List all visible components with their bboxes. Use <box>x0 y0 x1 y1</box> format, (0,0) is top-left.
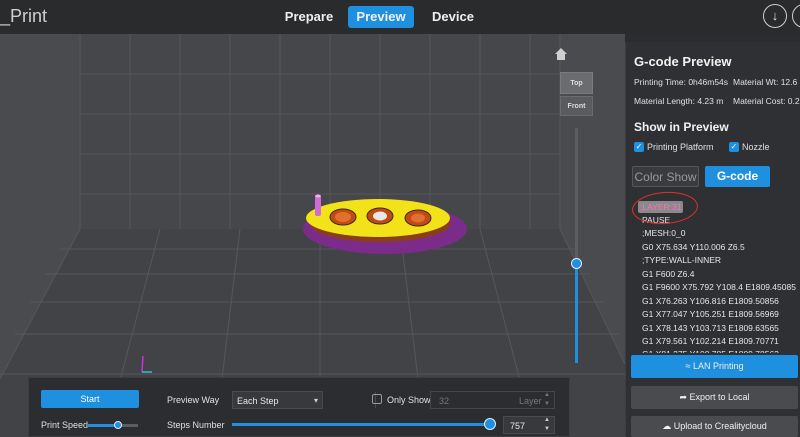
gcode-line[interactable]: G1 X76.263 Y106.816 E1809.50856 <box>642 296 779 306</box>
only-show-value: 32 <box>439 396 450 406</box>
app-title: _Print <box>0 6 48 26</box>
gcode-line[interactable]: ;TYPE:WALL-INNER <box>642 255 721 265</box>
home-icon[interactable] <box>554 47 568 61</box>
export-to-local-button[interactable]: ➦ Export to Local <box>631 386 798 409</box>
view-cube-top[interactable]: Top <box>560 72 593 94</box>
stepper-arrows-icon[interactable]: ▲ ▼ <box>544 416 550 434</box>
preview-control-bar: Start Print Speed Preview Way Each Step … <box>28 377 570 437</box>
stepper-arrows-icon: ▲ ▼ <box>544 392 550 407</box>
steps-slider-handle[interactable] <box>484 418 496 430</box>
printing-platform-checkbox[interactable]: ✓ <box>634 142 644 152</box>
steps-slider-fill <box>232 423 490 426</box>
export-icon: ➦ <box>679 392 687 402</box>
gcode-line[interactable]: G1 X79.561 Y102.214 E1809.70771 <box>642 336 779 346</box>
gcode-line[interactable]: ;MESH:0_0 <box>642 228 685 238</box>
lan-printing-label: LAN Printing <box>692 361 744 371</box>
layer-slider-fill <box>575 263 578 363</box>
layer-unit-label: Layer <box>519 396 542 406</box>
printing-platform-label: Printing Platform <box>647 142 714 152</box>
download-icon[interactable]: ↓ <box>763 4 787 28</box>
upload-label: Upload to Crealitycloud <box>673 421 767 431</box>
gcode-preview-title: G-code Preview <box>634 54 732 69</box>
only-show-layer-input[interactable]: 32 Layer ▲ ▼ <box>430 391 555 409</box>
gcode-line[interactable]: G1 X77.047 Y105.251 E1809.56969 <box>642 309 779 319</box>
material-cost: Material Cost: 0.25 <box>733 96 800 106</box>
view-cube[interactable]: Top Front <box>560 72 593 118</box>
print-speed-label: Print Speed <box>41 420 89 430</box>
show-in-preview-title: Show in Preview <box>634 120 729 134</box>
only-show-label: Only Show <box>387 395 431 405</box>
gcode-line[interactable]: G1 F9600 X75.792 Y108.4 E1809.45085 <box>642 282 796 292</box>
export-to-local-label: Export to Local <box>689 392 750 402</box>
view-cube-front[interactable]: Front <box>560 96 593 116</box>
lan-printing-button[interactable]: ≈ LAN Printing <box>631 355 798 378</box>
gcode-line[interactable]: G1 X81.275 Y100.785 E1809.78563 <box>642 349 779 353</box>
print-speed-handle[interactable] <box>114 421 122 429</box>
top-bar: _Print Prepare Preview Device ↓ ⌄ <box>0 0 800 34</box>
gcode-line[interactable]: G1 F600 Z6.4 <box>642 269 694 279</box>
only-show-checkbox[interactable] <box>372 394 382 404</box>
steps-number-label: Steps Number <box>167 420 225 430</box>
gcode-toggle[interactable]: G-code <box>705 166 770 187</box>
material-length: Material Length: 4.23 m <box>634 96 724 106</box>
preview-way-value: Each Step <box>237 396 279 406</box>
preview-way-select[interactable]: Each Step ▾ <box>232 391 323 409</box>
steps-number-stepper[interactable]: 757 ▲ ▼ <box>503 416 555 434</box>
material-weight: Material Wt: 12.6 g <box>733 77 800 87</box>
nozzle-label: Nozzle <box>742 142 770 152</box>
chevron-down-icon[interactable]: ⌄ <box>792 4 800 28</box>
nozzle-checkbox[interactable]: ✓ <box>729 142 739 152</box>
upload-crealitycloud-button[interactable]: ☁ Upload to Crealitycloud <box>631 416 798 437</box>
tab-device[interactable]: Device <box>424 6 482 28</box>
tab-preview[interactable]: Preview <box>348 6 414 28</box>
preview-way-label: Preview Way <box>167 395 220 405</box>
layer-slider-handle[interactable] <box>571 258 582 269</box>
chevron-down-icon: ▾ <box>313 396 318 405</box>
gcode-line[interactable]: G0 X75.634 Y110.006 Z6.5 <box>642 242 745 252</box>
gcode-line[interactable]: G1 X78.143 Y103.713 E1809.63565 <box>642 323 779 333</box>
start-button[interactable]: Start <box>41 390 139 408</box>
tab-prepare[interactable]: Prepare <box>280 6 338 28</box>
color-show-toggle[interactable]: Color Show <box>632 166 699 187</box>
cloud-upload-icon: ☁ <box>662 421 672 431</box>
wifi-icon: ≈ <box>685 361 691 371</box>
printing-time: Printing Time: 0h46m54s <box>634 77 729 87</box>
steps-number-value: 757 <box>510 421 526 431</box>
